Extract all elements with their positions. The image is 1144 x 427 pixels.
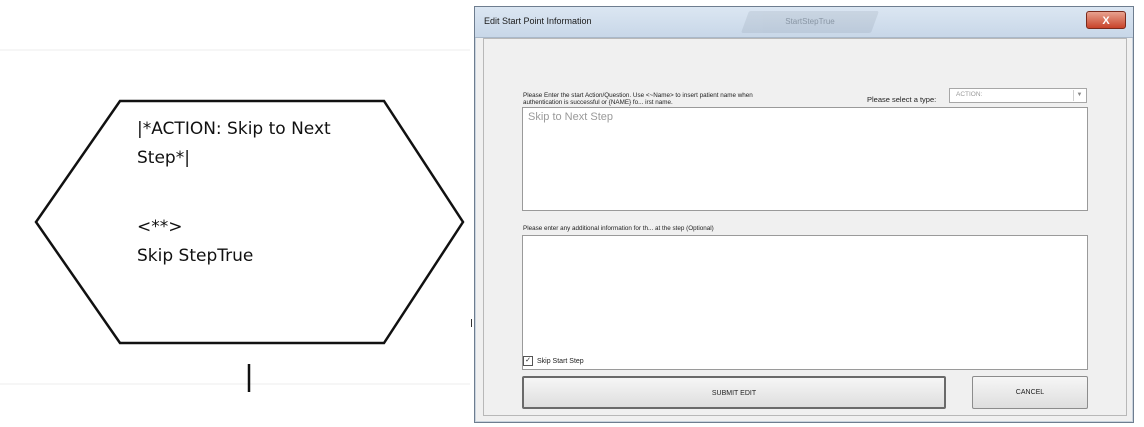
node-text-line: <**>: [137, 217, 183, 237]
type-select-value: ACTION:: [956, 91, 983, 98]
chevron-down-icon[interactable]: ▼: [1073, 90, 1085, 101]
node-text-line: Step*|: [137, 148, 190, 168]
skip-start-step-label: Skip Start Step: [537, 357, 584, 365]
skip-start-step-row[interactable]: ✓ Skip Start Step: [523, 356, 584, 366]
dialog-body: Please Enter the start Action/Question. …: [483, 38, 1127, 416]
submit-edit-button[interactable]: SUBMIT EDIT: [522, 376, 946, 409]
background-window-caption: StartStepTrue: [740, 11, 880, 33]
node-text-line: |*ACTION: Skip to Next: [137, 119, 331, 139]
flowchart-shapes: [0, 49, 470, 392]
type-select[interactable]: ACTION: ▼: [949, 88, 1087, 103]
skip-start-step-checkbox[interactable]: ✓: [523, 356, 533, 366]
edit-start-point-dialog: Edit Start Point Information StartStepTr…: [474, 6, 1134, 423]
close-icon: X: [1102, 15, 1110, 27]
background-caption-text: StartStepTrue: [785, 17, 835, 26]
dialog-title: Edit Start Point Information: [484, 16, 592, 26]
node-text-line: Skip StepTrue: [137, 246, 254, 266]
type-label: Please select a type:: [867, 95, 937, 104]
info-label: Please enter any additional information …: [523, 225, 714, 232]
additional-info-textarea[interactable]: [522, 235, 1088, 370]
instructions-line-2: authentication is successful or {NAME} f…: [523, 99, 673, 106]
start-action-textarea[interactable]: Skip to Next Step: [522, 107, 1088, 211]
instructions-line-1: Please Enter the start Action/Question. …: [523, 92, 753, 99]
start-action-text: Skip to Next Step: [528, 111, 613, 123]
dialog-titlebar[interactable]: Edit Start Point Information StartStepTr…: [475, 7, 1133, 38]
flowchart-canvas: |*ACTION: Skip to Next Step*| <**> Skip …: [0, 0, 470, 427]
cancel-button[interactable]: CANCEL: [972, 376, 1088, 409]
close-button[interactable]: X: [1086, 11, 1126, 29]
